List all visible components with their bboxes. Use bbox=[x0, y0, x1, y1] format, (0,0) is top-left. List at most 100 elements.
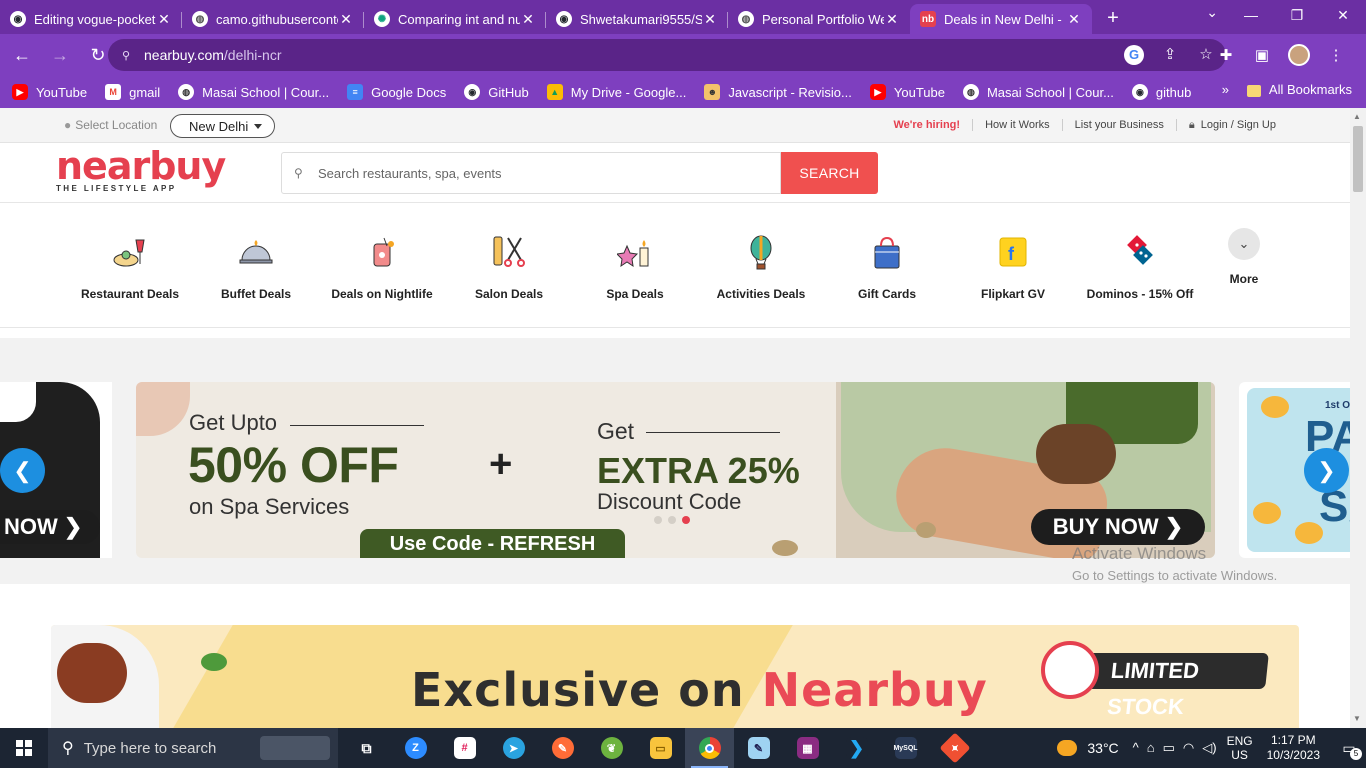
new-tab-button[interactable]: + bbox=[1098, 4, 1128, 34]
site-info-icon[interactable]: ⚲ bbox=[122, 49, 134, 62]
browser-tab-active[interactable]: nb Deals in New Delhi - ✕ bbox=[910, 4, 1092, 34]
bookmark-github[interactable]: ◉ GitHub bbox=[464, 84, 529, 100]
bookmark-masai-2[interactable]: ◍ Masai School | Cour... bbox=[962, 84, 1114, 100]
browser-tab[interactable]: ◉ Shwetakumari9555/Sh ✕ bbox=[546, 4, 728, 34]
carousel-slide-current[interactable]: Get Upto 50% OFF on Spa Services + Get E… bbox=[136, 382, 1215, 558]
bookmark-google-docs[interactable]: ≡ Google Docs bbox=[347, 84, 446, 100]
bookmark-javascript[interactable]: ☻ Javascript - Revisio... bbox=[704, 84, 852, 100]
category-nightlife[interactable]: Deals on Nightlife bbox=[319, 234, 445, 301]
bookmark-youtube[interactable]: ▶ YouTube bbox=[12, 84, 87, 100]
search-button[interactable]: SEARCH bbox=[781, 152, 878, 194]
bookmark-youtube-2[interactable]: ▶ YouTube bbox=[869, 84, 945, 100]
exclusive-promo-banner[interactable]: Exclusive on Nearbuy LIMITED STOCK bbox=[51, 625, 1299, 728]
bookmark-star-icon[interactable]: ☆ bbox=[1196, 45, 1216, 65]
bookmark-drive[interactable]: ▲ My Drive - Google... bbox=[546, 84, 686, 100]
chrome-icon[interactable] bbox=[685, 728, 734, 768]
category-gift-cards[interactable]: Gift Cards bbox=[824, 234, 950, 301]
url-text[interactable]: nearbuy.com/delhi-ncr bbox=[144, 47, 282, 63]
volume-icon[interactable]: ◁) bbox=[1202, 740, 1216, 756]
scroll-up-icon[interactable]: ▲ bbox=[1353, 112, 1361, 121]
bookmark-github-2[interactable]: ◉ github bbox=[1131, 84, 1191, 100]
minimize-icon[interactable]: — bbox=[1228, 0, 1274, 32]
back-icon[interactable]: ← bbox=[6, 45, 38, 66]
carousel-dot[interactable] bbox=[668, 516, 676, 524]
browser-tab[interactable]: ✺ Comparing int and nu ✕ bbox=[364, 4, 546, 34]
browser-tab[interactable]: ◍ camo.githubuserconte ✕ bbox=[182, 4, 364, 34]
login-link[interactable]: 🔒︎ Login / Sign Up bbox=[1177, 119, 1288, 131]
task-view-icon[interactable]: ⧉ bbox=[342, 728, 391, 768]
category-buffet[interactable]: Buffet Deals bbox=[193, 234, 319, 301]
chevron-up-icon[interactable]: ^ bbox=[1133, 740, 1139, 756]
bookmark-masai[interactable]: ◍ Masai School | Cour... bbox=[178, 84, 329, 100]
carousel-dot[interactable] bbox=[654, 516, 662, 524]
profile-avatar[interactable] bbox=[1288, 44, 1310, 66]
notepad-icon[interactable]: ✎ bbox=[734, 728, 783, 768]
close-tab-icon[interactable]: ✕ bbox=[156, 11, 172, 28]
city-dropdown[interactable]: New Delhi bbox=[170, 114, 275, 138]
more-categories-button[interactable]: ⌄ bbox=[1228, 228, 1260, 260]
bookmark-gmail[interactable]: Mgmail bbox=[105, 84, 160, 100]
category-restaurant[interactable]: Restaurant Deals bbox=[67, 234, 193, 301]
carousel-next-button[interactable]: ❯ bbox=[1304, 448, 1349, 493]
close-tab-icon[interactable]: ✕ bbox=[520, 11, 536, 28]
category-spa[interactable]: Spa Deals bbox=[572, 234, 698, 301]
scroll-down-icon[interactable]: ▼ bbox=[1353, 714, 1361, 723]
nearbuy-logo[interactable]: nearbuy THE LIFESTYLE APP bbox=[56, 147, 226, 193]
url-path: /delhi-ncr bbox=[223, 47, 282, 63]
close-tab-icon[interactable]: ✕ bbox=[1066, 11, 1082, 28]
menu-kebab-icon[interactable]: ⋮ bbox=[1326, 46, 1346, 64]
how-it-works-link[interactable]: How it Works bbox=[973, 119, 1063, 131]
extensions-puzzle-icon[interactable]: ✚ bbox=[1216, 46, 1236, 64]
carousel-dot-active[interactable] bbox=[682, 516, 690, 524]
weather-widget[interactable]: 33°C bbox=[1057, 740, 1119, 756]
notification-center-button[interactable]: ▭ 5 bbox=[1332, 740, 1366, 760]
start-button[interactable] bbox=[0, 728, 48, 768]
chevron-double-right-icon[interactable]: » bbox=[1222, 82, 1229, 97]
browser-tab[interactable]: ◉ Editing vogue-pocket ✕ bbox=[0, 4, 182, 34]
close-tab-icon[interactable]: ✕ bbox=[702, 11, 718, 28]
browser-tab[interactable]: ◍ Personal Portfolio We ✕ bbox=[728, 4, 910, 34]
more-label[interactable]: More bbox=[1222, 272, 1266, 286]
list-business-link[interactable]: List your Business bbox=[1063, 119, 1177, 131]
taskbar-search[interactable]: ⚲ Type here to search bbox=[48, 728, 338, 768]
activate-windows-subtext: Go to Settings to activate Windows. bbox=[1072, 568, 1278, 583]
google-lens-icon[interactable]: G bbox=[1124, 45, 1144, 65]
close-tab-icon[interactable]: ✕ bbox=[338, 11, 354, 28]
all-bookmarks[interactable]: All Bookmarks bbox=[1246, 82, 1352, 97]
restore-icon[interactable]: ❐ bbox=[1274, 0, 1320, 32]
hiring-link[interactable]: We're hiring! bbox=[881, 119, 974, 131]
address-bar[interactable]: ⚲ nearbuy.com/delhi-ncr G ⇪ ☆ bbox=[108, 39, 1226, 71]
carousel-prev-button[interactable]: ❮ bbox=[0, 448, 45, 493]
coin-image bbox=[1253, 502, 1281, 524]
wifi-icon[interactable]: ◠ bbox=[1183, 740, 1194, 756]
category-activities[interactable]: Activities Deals bbox=[698, 234, 824, 301]
network-icon[interactable]: ⌂ bbox=[1147, 740, 1155, 756]
mysql-icon[interactable]: MySQL bbox=[881, 728, 930, 768]
category-flipkart[interactable]: f Flipkart GV bbox=[950, 234, 1076, 301]
file-explorer-icon[interactable]: ▭ bbox=[636, 728, 685, 768]
search-input[interactable] bbox=[318, 165, 758, 181]
telegram-icon[interactable]: ➤ bbox=[489, 728, 538, 768]
tab-search-icon[interactable]: ⌄ bbox=[1206, 4, 1218, 21]
spring-icon[interactable]: ❦ bbox=[587, 728, 636, 768]
buy-now-button[interactable]: BUY NOW ❯ bbox=[1031, 509, 1205, 545]
category-dominos[interactable]: Dominos - 15% Off bbox=[1077, 234, 1203, 301]
postman-icon[interactable]: ✎ bbox=[538, 728, 587, 768]
language-indicator[interactable]: ENG US bbox=[1227, 734, 1253, 762]
share-icon[interactable]: ⇪ bbox=[1160, 45, 1180, 65]
page-scrollbar[interactable]: ▲ ▼ bbox=[1350, 108, 1366, 728]
slack-icon[interactable]: # bbox=[440, 728, 489, 768]
zoom-icon[interactable]: Z bbox=[391, 728, 440, 768]
gmail-icon: M bbox=[105, 84, 122, 100]
vscode-icon[interactable]: ❯ bbox=[832, 728, 881, 768]
scrollbar-thumb[interactable] bbox=[1353, 126, 1363, 192]
battery-icon[interactable]: ▭ bbox=[1163, 740, 1175, 756]
system-clock[interactable]: 1:17 PM 10/3/2023 bbox=[1267, 733, 1320, 763]
winrar-icon[interactable]: ▦ bbox=[783, 728, 832, 768]
side-panel-icon[interactable]: ▣ bbox=[1252, 46, 1272, 64]
category-salon[interactable]: Salon Deals bbox=[446, 234, 572, 301]
git-icon[interactable]: ✦ bbox=[930, 728, 979, 768]
close-tab-icon[interactable]: ✕ bbox=[884, 11, 900, 28]
close-window-icon[interactable]: ✕ bbox=[1320, 0, 1366, 32]
forward-icon[interactable]: → bbox=[44, 45, 76, 66]
